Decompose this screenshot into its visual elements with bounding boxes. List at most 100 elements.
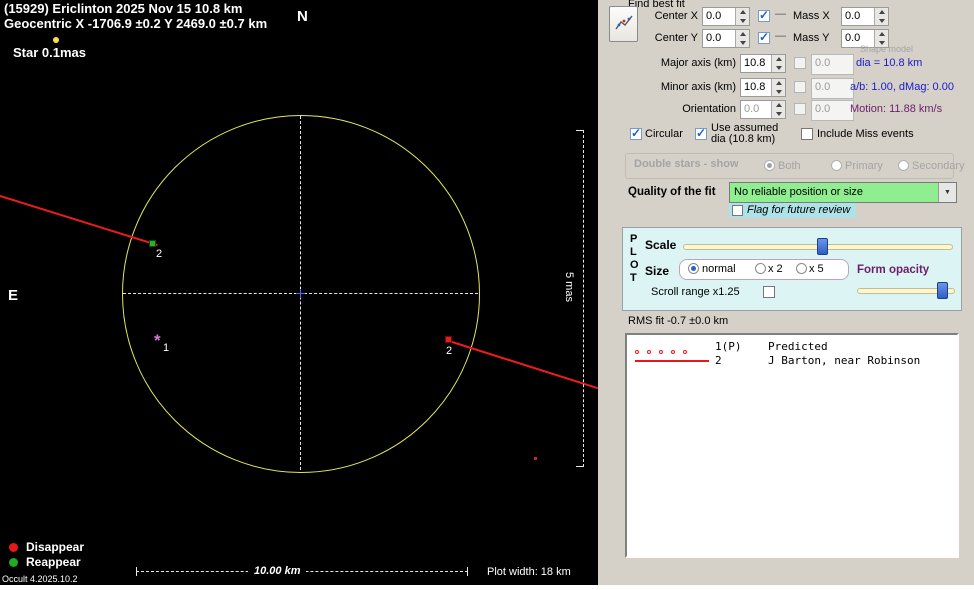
- east-label: E: [8, 287, 18, 304]
- occultation-plot-canvas[interactable]: (15929) Ericlinton 2025 Nov 15 10.8 km G…: [0, 0, 598, 585]
- chord-line-right: [449, 340, 598, 389]
- geocentric-coords: Geocentric X -1706.9 ±0.2 Y 2469.0 ±0.7 …: [4, 16, 267, 31]
- minor-axis-checkbox: [794, 81, 806, 93]
- mas-scale-tick-bottom: [576, 466, 584, 467]
- center-cross-icon: [296, 293, 305, 294]
- km-scale-tick-left: [136, 567, 137, 576]
- dropdown-arrow-icon[interactable]: [938, 183, 956, 202]
- plot-title: (15929) Ericlinton 2025 Nov 15 10.8 km: [4, 1, 242, 16]
- scale-slider-thumb[interactable]: [817, 238, 828, 255]
- plot-options-box: P L O T Scale Size normal x 2 x 5 Form o…: [622, 227, 962, 311]
- use-assumed-label-2: dia (10.8 km): [711, 133, 775, 145]
- center-x-dash: —: [775, 8, 786, 20]
- opacity-slider-thumb[interactable]: [937, 282, 948, 299]
- north-label: N: [297, 8, 308, 25]
- plot-letter-l: L: [630, 246, 637, 258]
- double-stars-both-label: Both: [778, 160, 801, 172]
- km-scale-tick-right: [467, 567, 468, 576]
- plot-letter-p: P: [630, 233, 637, 245]
- mas-scale-label: 5 mas: [563, 272, 575, 302]
- orientation-aux-field: 0.0: [811, 100, 854, 121]
- include-miss-label: Include Miss events: [817, 128, 914, 140]
- orientation-label: Orientation: [628, 103, 736, 115]
- spinner-arrows-icon[interactable]: [771, 79, 785, 96]
- circular-label: Circular: [645, 128, 683, 140]
- chord-line-left: [0, 195, 158, 246]
- spinner-arrows-icon[interactable]: [874, 8, 888, 25]
- reappear-marker[interactable]: [149, 240, 156, 247]
- include-miss-checkbox[interactable]: [801, 128, 813, 140]
- orientation-checkbox: [794, 103, 806, 115]
- fit-chart-icon: [614, 13, 634, 36]
- list-item[interactable]: 1(P) Predicted: [715, 340, 828, 353]
- chord-number-label: 2: [446, 345, 452, 357]
- center-x-spinner[interactable]: 0.0: [702, 7, 750, 26]
- rms-fit-readout: RMS fit -0.7 ±0.0 km: [628, 315, 728, 327]
- fit-control-panel: Find best fit Center X 0.0 — Mass X 0.0: [598, 0, 974, 585]
- minor-axis-spinner[interactable]: 10.8: [740, 78, 786, 97]
- spinner-arrows-icon[interactable]: [771, 101, 785, 118]
- quality-of-fit-label: Quality of the fit: [628, 186, 716, 198]
- disappear-legend-label: Disappear: [26, 540, 84, 554]
- double-stars-primary-label: Primary: [845, 160, 883, 172]
- circular-checkbox[interactable]: [630, 128, 642, 140]
- double-stars-secondary-label: Secondary: [912, 160, 965, 172]
- size-normal-label: normal: [702, 263, 736, 275]
- major-axis-spinner[interactable]: 10.8: [740, 54, 786, 73]
- plot-letter-o: O: [630, 259, 639, 271]
- minor-axis-aux-field: 0.0: [811, 78, 854, 99]
- size-x5-radio[interactable]: [796, 263, 807, 274]
- double-stars-groupbox: Double stars - show Both Primary Seconda…: [625, 153, 954, 179]
- size-label: Size: [645, 264, 669, 278]
- shape-model-label: Shape model: [860, 44, 913, 54]
- orientation-spinner[interactable]: 0.0: [740, 100, 786, 119]
- minor-axis-label: Minor axis (km): [628, 81, 736, 93]
- predicted-star-marker-icon: [154, 336, 161, 346]
- spinner-arrows-icon[interactable]: [771, 55, 785, 72]
- flag-review-row[interactable]: Flag for future review: [729, 203, 856, 218]
- double-stars-secondary-radio: [898, 160, 909, 171]
- reappear-legend-label: Reappear: [26, 555, 81, 569]
- scale-label: Scale: [645, 238, 676, 252]
- center-y-checkbox[interactable]: [758, 32, 770, 44]
- use-assumed-dia-checkbox[interactable]: [695, 128, 707, 140]
- center-y-spinner[interactable]: 0.0: [702, 29, 750, 48]
- spinner-arrows-icon[interactable]: [735, 8, 749, 25]
- major-axis-checkbox: [794, 57, 806, 69]
- major-axis-label: Major axis (km): [628, 57, 736, 69]
- predicted-line-sample-icon: [635, 345, 695, 357]
- star-diameter-dot: [53, 37, 59, 43]
- flag-review-checkbox[interactable]: [732, 205, 743, 216]
- disappear-legend-dot: [9, 543, 18, 552]
- disappear-marker[interactable]: [445, 336, 452, 343]
- center-x-checkbox[interactable]: [758, 10, 770, 22]
- asteroid-outline-circle: [122, 115, 480, 473]
- plot-letter-t: T: [630, 272, 637, 284]
- plot-width-label: Plot width: 18 km: [487, 566, 571, 578]
- double-stars-title: Double stars - show: [634, 158, 739, 170]
- mass-y-label: Mass Y: [793, 32, 829, 44]
- list-item[interactable]: 2 J Barton, near Robinson: [715, 354, 920, 367]
- size-x2-radio[interactable]: [755, 263, 766, 274]
- size-x2-label: x 2: [768, 263, 783, 275]
- mass-x-label: Mass X: [793, 10, 830, 22]
- size-radio-group: normal x 2 x 5: [679, 259, 849, 280]
- form-opacity-label: Form opacity: [857, 264, 929, 276]
- observer-list[interactable]: 1(P) Predicted 2 J Barton, near Robinson: [625, 333, 959, 558]
- size-normal-radio[interactable]: [688, 263, 699, 274]
- mas-scale-tick-top: [576, 130, 584, 131]
- double-stars-primary-radio: [831, 160, 842, 171]
- find-best-fit-button[interactable]: [609, 6, 638, 42]
- center-y-dash: —: [775, 30, 786, 42]
- major-axis-aux-field: 0.0: [811, 54, 854, 75]
- scroll-range-checkbox[interactable]: [763, 286, 775, 298]
- km-scale-label: 10.00 km: [248, 565, 306, 577]
- mass-x-spinner[interactable]: 0.0: [841, 7, 889, 26]
- spinner-arrows-icon[interactable]: [735, 30, 749, 47]
- mas-scale-line: [583, 130, 584, 467]
- axis-ratio-readout: a/b: 1.00, dMag: 0.00: [850, 81, 954, 93]
- scroll-range-label: Scroll range x1.25: [651, 286, 740, 298]
- size-x5-label: x 5: [809, 263, 824, 275]
- quality-of-fit-dropdown[interactable]: No reliable position or size: [729, 182, 957, 203]
- flag-review-label: Flag for future review: [747, 204, 850, 216]
